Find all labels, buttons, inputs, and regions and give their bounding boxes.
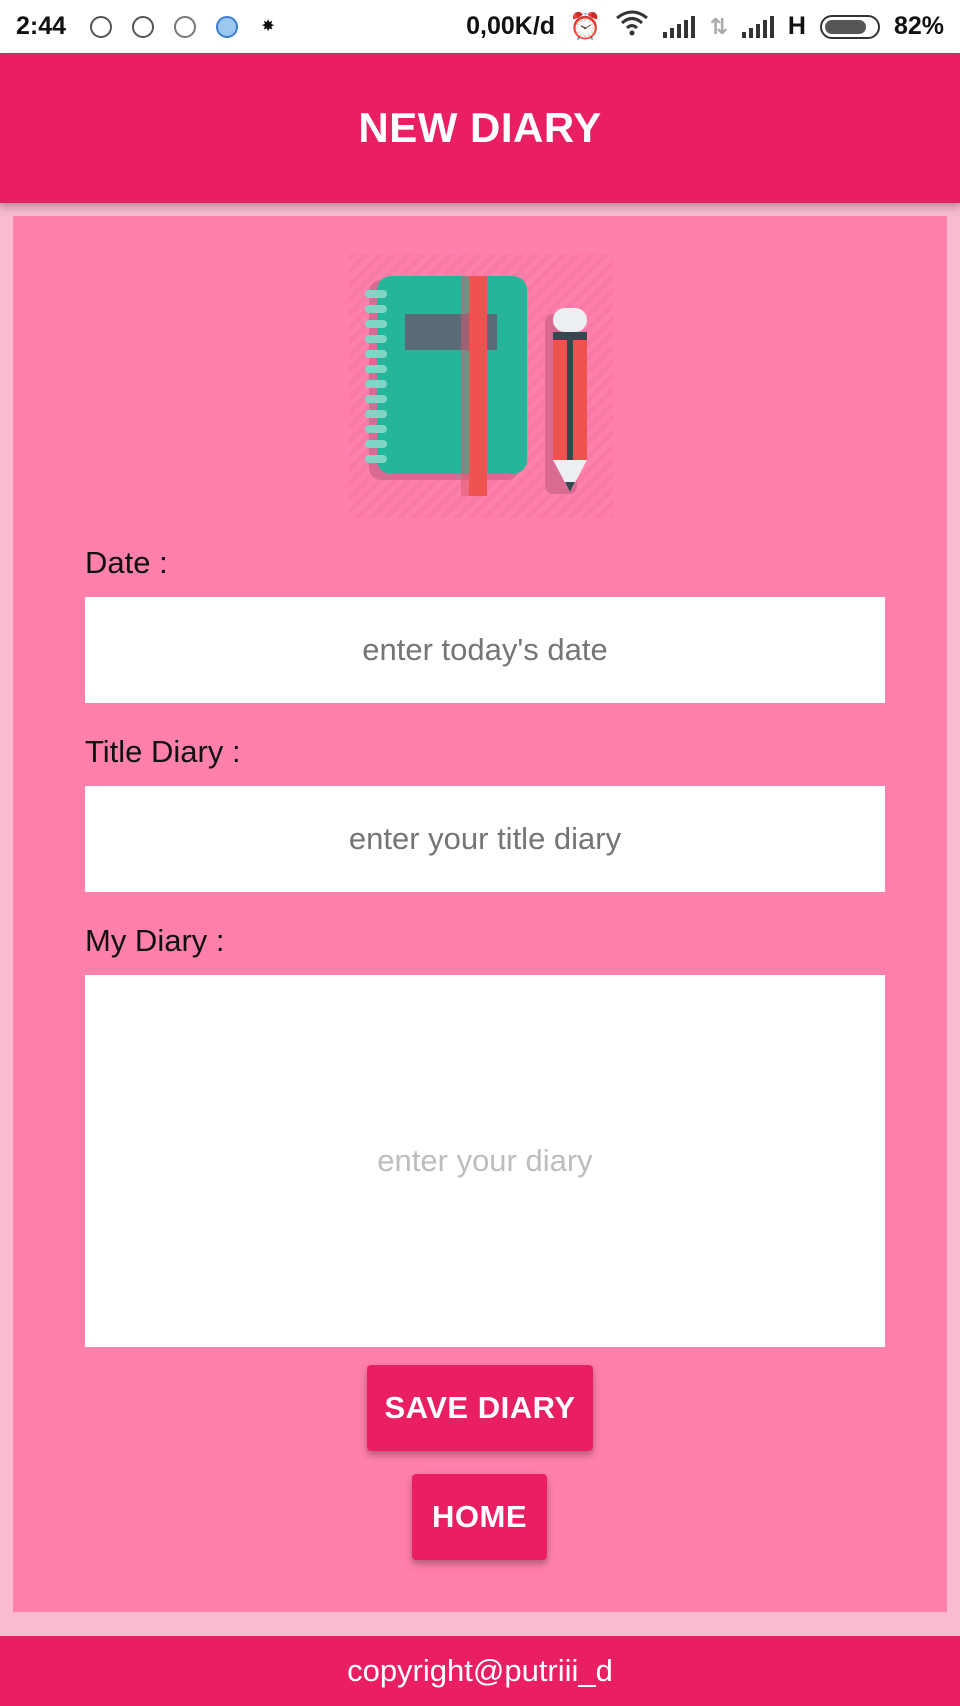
diary-placeholder: enter your diary [377, 1143, 593, 1178]
home-button[interactable]: HOME [412, 1474, 547, 1560]
app-notification-icon [132, 15, 155, 38]
diary-label: My Diary : [85, 923, 225, 958]
browser-notification-icon [216, 15, 239, 38]
app-bar: NEW DIARY [0, 53, 960, 203]
status-time: 2:44 [16, 12, 67, 40]
message-notification-icon [90, 15, 113, 38]
battery-percent: 82% [893, 12, 944, 40]
date-label: Date : [85, 545, 168, 580]
sparkle-notification-icon: ✸ [261, 17, 275, 35]
status-left: 2:44 ✸ [16, 12, 298, 41]
footer: copyright@putriii_d [0, 1636, 960, 1706]
date-input[interactable] [85, 597, 885, 703]
title-input[interactable] [85, 786, 885, 892]
battery-icon [819, 14, 880, 39]
data-transfer-icon: ⇅ [709, 13, 728, 39]
network-speed: 0,00K/d [466, 12, 556, 40]
status-right: 0,00K/d ⏰ ⇅ H 82% [452, 10, 944, 43]
page-title: NEW DIARY [358, 104, 602, 151]
status-bar: 2:44 ✸ 0,00K/d ⏰ ⇅ H 82% [0, 0, 960, 53]
signal-icon [663, 15, 696, 38]
notebook-pencil-illustration [349, 254, 613, 518]
signal-icon-2 [741, 15, 774, 38]
play-store-icon [174, 15, 197, 38]
network-type: H [787, 12, 806, 40]
title-label: Title Diary : [85, 734, 241, 769]
diary-textarea[interactable]: enter your diary [85, 975, 885, 1347]
alarm-icon: ⏰ [569, 11, 602, 41]
content-card: Date : Title Diary : My Diary : enter yo… [13, 216, 947, 1612]
wifi-icon [615, 10, 649, 43]
copyright-text: copyright@putriii_d [347, 1653, 613, 1688]
save-diary-button[interactable]: SAVE DIARY [367, 1365, 593, 1451]
